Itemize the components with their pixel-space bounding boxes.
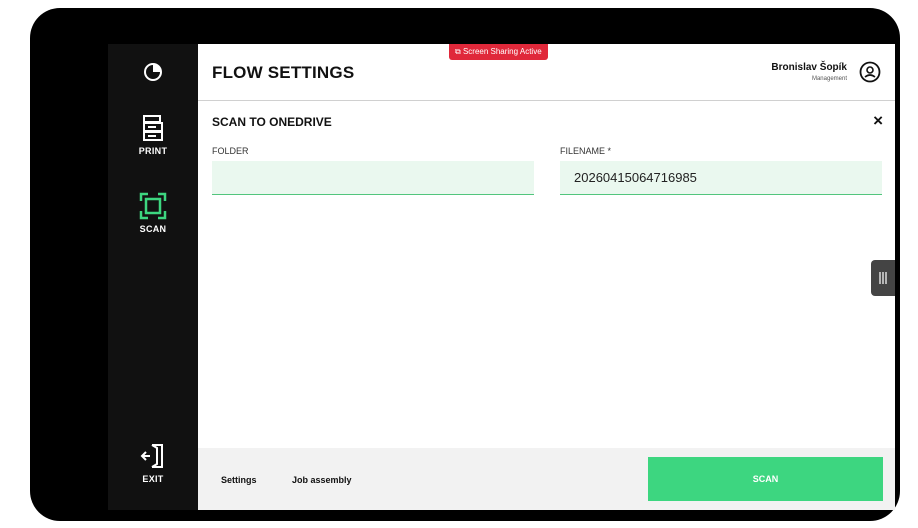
- screen-sharing-text: Screen Sharing Active: [462, 47, 542, 56]
- folder-input[interactable]: [212, 161, 534, 195]
- app-screen: PRINT SCAN EXIT FLOW SETTINGS ⧉ Screen S…: [108, 44, 895, 510]
- scan-button[interactable]: SCAN: [648, 457, 883, 501]
- printer-icon: [143, 115, 163, 141]
- user-role: Management: [811, 76, 847, 82]
- sidebar-item-label: SCAN: [139, 224, 167, 234]
- logo-icon: [144, 63, 162, 81]
- screen-share-icon: ⧉: [455, 47, 463, 56]
- footer-bar: Settings Job assembly SCAN: [198, 448, 895, 510]
- folder-label: FOLDER: [212, 146, 249, 156]
- settings-link[interactable]: Settings: [221, 475, 257, 485]
- side-panel-handle[interactable]: [871, 260, 895, 296]
- close-button[interactable]: ×: [873, 111, 883, 131]
- sidebar-item-label: PRINT: [138, 146, 168, 156]
- exit-label: EXIT: [142, 474, 164, 484]
- page-title: FLOW SETTINGS: [212, 63, 355, 82]
- screen-sharing-badge: ⧉ Screen Sharing Active: [449, 44, 548, 60]
- user-name: Bronislav Šopík: [771, 62, 847, 73]
- sidebar-item-scan[interactable]: SCAN: [108, 192, 198, 234]
- exit-icon: [140, 444, 163, 468]
- logo: [108, 44, 198, 100]
- header: FLOW SETTINGS ⧉ Screen Sharing Active Br…: [198, 44, 895, 101]
- filename-label: FILENAME *: [560, 146, 612, 156]
- device-bezel: PRINT SCAN EXIT FLOW SETTINGS ⧉ Screen S…: [30, 8, 900, 521]
- scan-icon: [139, 192, 167, 220]
- form-title: SCAN TO ONEDRIVE: [212, 115, 332, 129]
- grip-icon: [879, 272, 887, 284]
- sidebar: PRINT SCAN EXIT: [108, 44, 198, 510]
- sidebar-item-print[interactable]: PRINT: [108, 114, 198, 156]
- job-assembly-link[interactable]: Job assembly: [292, 475, 352, 485]
- user-avatar-icon[interactable]: [859, 61, 881, 83]
- exit-button[interactable]: EXIT: [108, 442, 198, 484]
- filename-input[interactable]: 20260415064716985: [560, 161, 882, 195]
